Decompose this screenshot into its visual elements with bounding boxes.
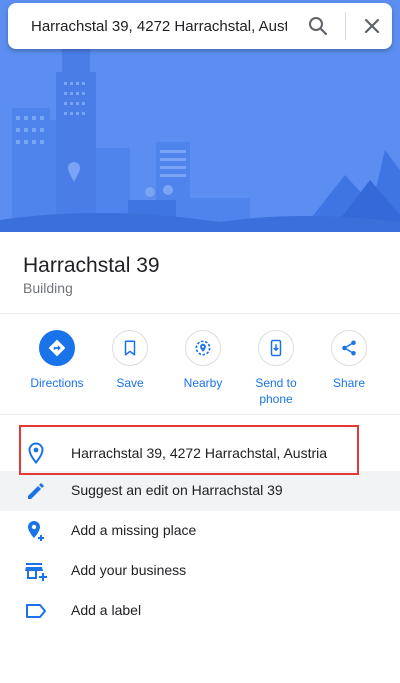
add-label-row[interactable]: Add a label (0, 591, 400, 631)
send-to-phone-icon (258, 330, 294, 366)
save-label: Save (116, 376, 144, 390)
add-missing-place-label: Add a missing place (71, 522, 197, 538)
send-to-phone-label: Send to phone (255, 376, 297, 406)
search-icon[interactable] (306, 14, 330, 38)
action-bar: Directions Save Nearby Send to phone Sha… (0, 314, 400, 415)
location-pin-icon (28, 442, 44, 465)
search-divider (345, 12, 346, 40)
bookmark-icon (112, 330, 148, 366)
share-label: Share (332, 376, 366, 390)
directions-label: Directions (30, 376, 84, 390)
place-header: Harrachstal 39 Building (0, 232, 400, 314)
close-icon[interactable] (360, 14, 384, 38)
pencil-icon (28, 483, 44, 499)
share-button[interactable]: Share (313, 330, 385, 391)
address-row[interactable]: Harrachstal 39, 4272 Harrachstal, Austri… (0, 416, 400, 471)
add-business-row[interactable]: Add your business (0, 551, 400, 591)
search-input[interactable] (31, 11, 287, 41)
add-place-icon (28, 521, 44, 541)
search-box (8, 3, 392, 49)
share-icon (331, 330, 367, 366)
add-label-label: Add a label (71, 602, 142, 618)
directions-button[interactable]: Directions (21, 330, 93, 391)
add-business-icon (25, 563, 47, 581)
place-category: Building (23, 280, 73, 296)
label-icon (26, 604, 46, 618)
save-button[interactable]: Save (94, 330, 166, 391)
suggest-edit-row[interactable]: Suggest an edit on Harrachstal 39 (0, 471, 400, 511)
nearby-button[interactable]: Nearby (167, 330, 239, 391)
suggest-edit-label: Suggest an edit on Harrachstal 39 (71, 482, 283, 498)
add-missing-place-row[interactable]: Add a missing place (0, 511, 400, 551)
details-list: Harrachstal 39, 4272 Harrachstal, Austri… (0, 416, 400, 631)
add-business-label: Add your business (71, 562, 187, 578)
nearby-icon (185, 330, 221, 366)
send-to-phone-button[interactable]: Send to phone (240, 330, 312, 407)
place-title: Harrachstal 39 (23, 254, 160, 277)
nearby-label: Nearby (183, 376, 223, 390)
address-label: Harrachstal 39, 4272 Harrachstal, Austri… (71, 445, 328, 461)
directions-icon (39, 330, 75, 366)
